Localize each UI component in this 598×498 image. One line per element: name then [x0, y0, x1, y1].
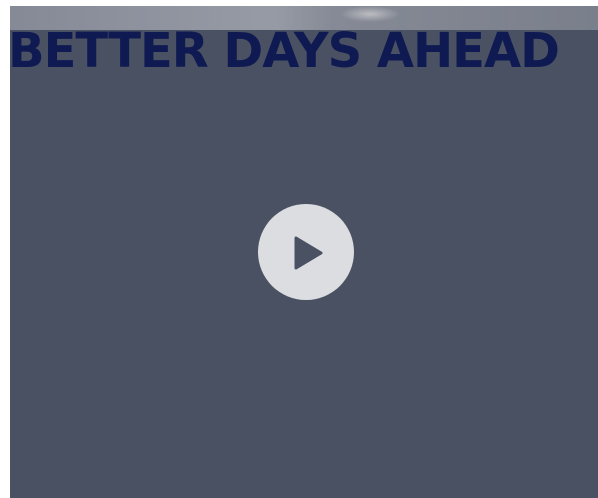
play-icon — [294, 236, 323, 270]
play-button[interactable] — [258, 204, 354, 300]
video-player[interactable]: BETTER DAYS AHEAD — [10, 6, 598, 498]
video-headline: BETTER DAYS AHEAD — [10, 23, 560, 79]
